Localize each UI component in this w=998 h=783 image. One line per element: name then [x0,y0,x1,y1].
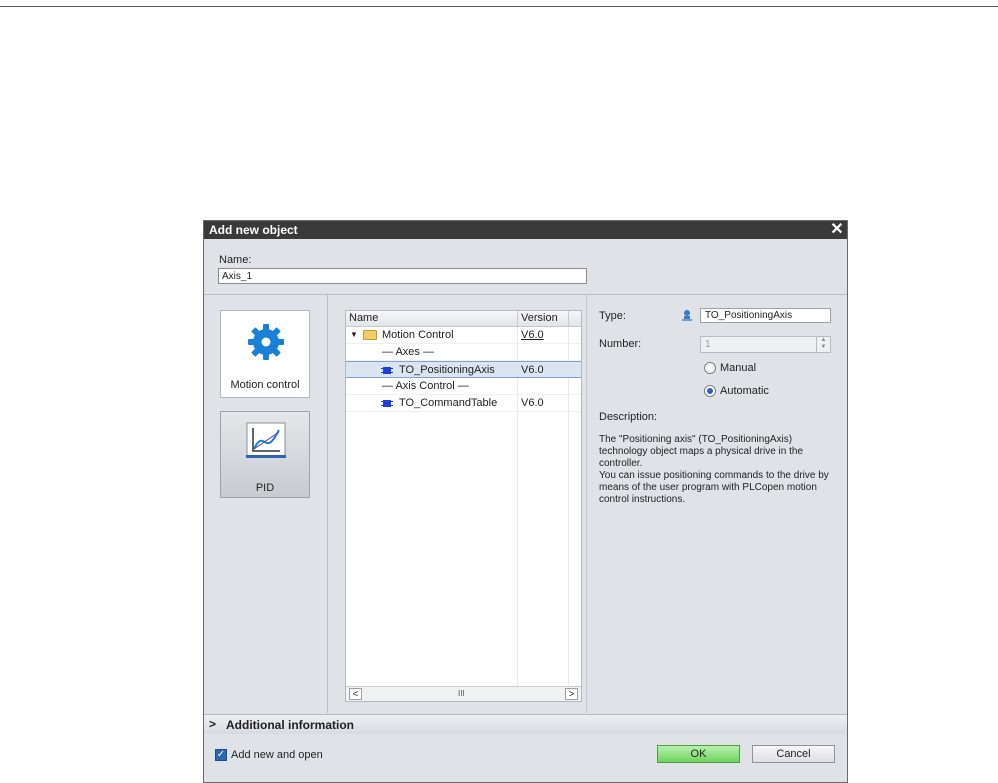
technology-object-icon [381,400,393,407]
header-divider [204,294,847,295]
cancel-button[interactable]: Cancel [752,745,835,763]
tree-row-name: TO_CommandTable [399,397,498,409]
description-text: The "Positioning axis" (TO_PositioningAx… [599,434,834,506]
ok-button[interactable]: OK [657,745,740,763]
chevron-right-icon[interactable]: > [209,717,216,731]
category-label: PID [255,482,275,494]
additional-information-section[interactable]: > Additional information [204,714,847,735]
number-spinner: ▲ ▼ [816,337,830,352]
scroll-right-button[interactable]: > [565,688,578,700]
automatic-radio-label[interactable]: Automatic [720,385,769,397]
tree-row-name: TO_PositioningAxis [399,364,495,376]
category-motion-control[interactable]: Motion control [220,310,310,398]
dialog-title-bar[interactable]: Add new object ✕ [204,221,847,239]
horizontal-scrollbar[interactable]: < III > [346,686,581,701]
tree-row-motion-control[interactable]: ▼ Motion Control V6.0 [346,327,581,344]
description-paragraph: The "Positioning axis" (TO_PositioningAx… [599,434,834,506]
version-link[interactable]: V6.0 [521,329,544,341]
column-header-name[interactable]: Name [349,312,378,324]
technology-object-type-icon [682,310,692,321]
number-label: Number: [599,338,642,350]
type-field: TO_PositioningAxis [700,308,831,323]
tree-row-command-table[interactable]: TO_CommandTable V6.0 [346,395,581,412]
scroll-left-button[interactable]: < [349,688,362,700]
type-label: Type: [599,310,626,322]
expand-triangle-icon[interactable]: ▼ [350,330,358,339]
page-top-rule [0,6,998,7]
column-divider [568,311,569,326]
name-input[interactable] [218,268,587,284]
number-value: 1 [705,339,711,350]
tree-row-version: V6.0 [521,397,544,409]
additional-information-label: Additional information [226,718,354,732]
folder-icon [363,330,377,340]
dialog-footer: ✓ Add new and open OK Cancel [204,734,847,782]
number-field: 1 ▲ ▼ [700,336,831,353]
add-new-object-dialog: Add new object ✕ Name: Motion control [203,220,848,783]
automatic-radio[interactable] [704,385,716,397]
tree-row-name: — Axes — [382,346,434,358]
tree-row-axes-separator: — Axes — [346,344,581,361]
category-label: Motion control [230,379,300,391]
tree-row-name: Motion Control [382,329,454,341]
properties-divider [586,295,587,713]
pid-chart-icon [246,422,286,458]
column-divider [517,311,518,326]
scroll-thumb-grip[interactable]: III [458,689,465,698]
manual-radio-label[interactable]: Manual [720,362,756,374]
close-icon[interactable]: ✕ [829,221,845,239]
name-label: Name: [219,254,252,266]
description-label: Description: [599,411,658,423]
tree-row-version: V6.0 [521,364,544,376]
tree-row-positioning-axis[interactable]: TO_PositioningAxis V6.0 [346,361,581,378]
manual-radio[interactable] [704,362,716,374]
tree-row-name: — Axis Control — [382,380,469,392]
add-new-and-open-checkbox[interactable]: ✓ [215,749,227,761]
description-line: You can issue positioning commands to th… [599,470,829,505]
column-header-version[interactable]: Version [521,312,558,324]
tree-row-axis-control-separator: — Axis Control — [346,378,581,395]
tree-header: Name Version [346,311,581,327]
category-pid[interactable]: PID [220,411,310,498]
add-new-and-open-label[interactable]: Add new and open [231,749,323,761]
category-divider [327,295,328,713]
object-tree: Name Version ▼ Motion Control V6.0 — Axe… [345,310,582,702]
technology-object-icon [381,367,393,374]
dialog-title: Add new object [209,223,298,237]
description-line: The "Positioning axis" (TO_PositioningAx… [599,434,804,469]
gear-icon [248,324,284,360]
